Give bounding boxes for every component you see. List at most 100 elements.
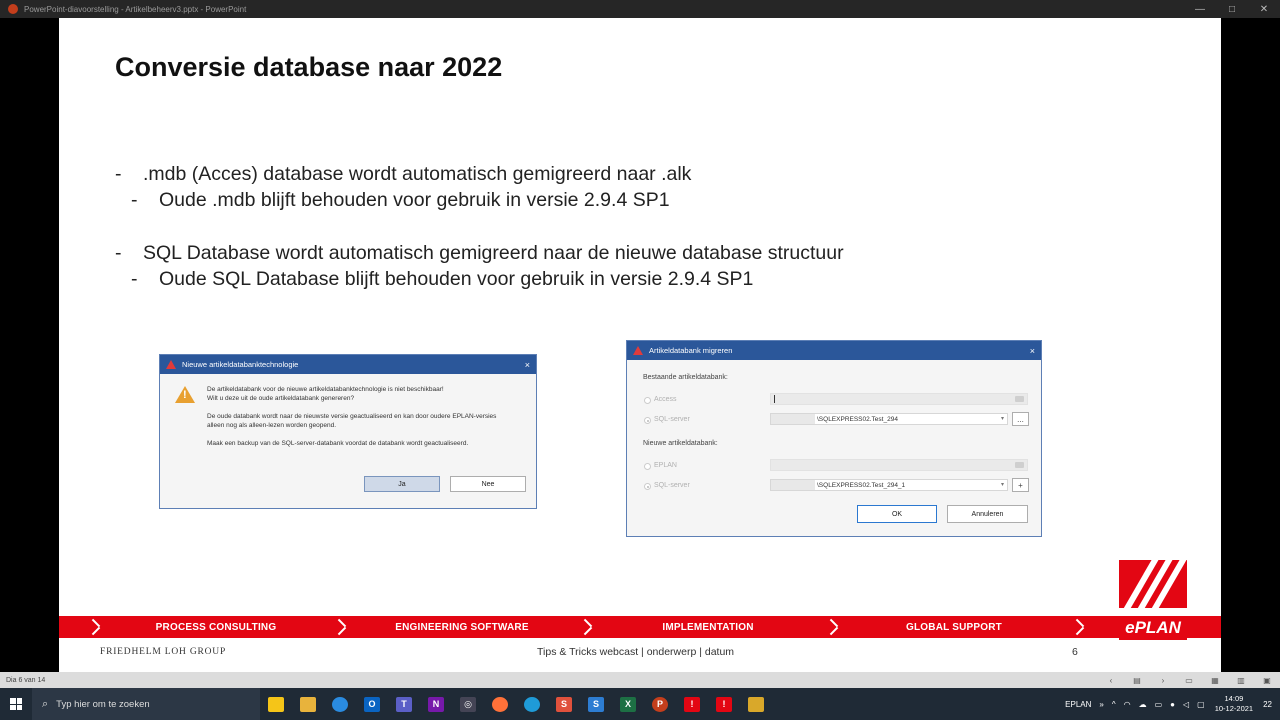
close-button[interactable]: ✕ <box>1248 4 1280 15</box>
tray-volume-icon[interactable]: ◁ <box>1183 700 1189 709</box>
tray-display-icon[interactable]: ▢ <box>1197 700 1205 709</box>
windows-icon <box>10 698 22 710</box>
taskbar-eplan2-icon[interactable]: ! <box>708 688 740 720</box>
add-button[interactable]: + <box>1012 478 1029 492</box>
eplan-label: EPLAN <box>654 462 677 469</box>
warning-icon <box>175 386 195 403</box>
slide: Conversie database naar 2022 - .mdb (Acce… <box>59 18 1221 672</box>
dialog-title: Artikeldatabank migreren <box>649 346 733 355</box>
tray-network-icon[interactable]: ▭ <box>1155 700 1163 709</box>
folder-icon[interactable] <box>1015 396 1024 402</box>
taskbar-file-explorer-icon[interactable] <box>292 688 324 720</box>
cancel-button[interactable]: Annuleren <box>947 505 1028 523</box>
taskbar-eplan-icon[interactable]: ! <box>676 688 708 720</box>
normal-view-icon[interactable]: ▭ <box>1176 676 1202 685</box>
screen: PowerPoint-diavoorstelling - Artikelbehe… <box>0 0 1280 720</box>
taskbar-clock[interactable]: 14:09 10-12-2021 <box>1215 694 1253 714</box>
tray-expand-icon[interactable]: » <box>1099 700 1103 709</box>
sorter-view-icon[interactable]: ▦ <box>1202 676 1228 685</box>
tray-wifi-icon[interactable]: ◠ <box>1124 700 1131 709</box>
dialog-titlebar: Nieuwe artikeldatabanktechnologie × <box>160 355 536 374</box>
eplan-radio[interactable] <box>644 463 651 470</box>
next-icon[interactable]: › <box>1150 676 1176 685</box>
slide-title: Conversie database naar 2022 <box>115 52 503 82</box>
minimize-button[interactable]: — <box>1184 4 1216 15</box>
taskbar-search[interactable]: ⌕ Typ hier om te zoeken <box>32 688 260 720</box>
notification-badge[interactable]: 22 <box>1263 700 1272 709</box>
dialog-close-button[interactable]: × <box>1030 346 1035 356</box>
taskbar-excel-icon[interactable]: X <box>612 688 644 720</box>
taskbar-app5-icon[interactable] <box>740 688 772 720</box>
band-global-support: GLOBAL SUPPORT <box>906 621 1002 633</box>
footer-company: FRIEDHELM LOH GROUP <box>100 647 227 657</box>
taskbar-sticky-notes-icon[interactable] <box>260 688 292 720</box>
reading-view-icon[interactable]: ▥ <box>1228 676 1254 685</box>
access-radio[interactable] <box>644 397 651 404</box>
browse-button[interactable]: ... <box>1012 412 1029 426</box>
text-cursor <box>774 395 775 403</box>
bullet-2: - SQL Database wordt automatisch gemigree… <box>115 242 844 264</box>
migrate-database-dialog: Artikeldatabank migreren × Bestaande art… <box>626 340 1042 537</box>
previous-icon[interactable]: ‹ <box>1098 676 1124 685</box>
sql-server-radio[interactable] <box>644 417 651 424</box>
tray-eplan-label[interactable]: EPLAN <box>1065 700 1091 709</box>
sub-bullet-2: - Oude SQL Database blijft behouden voor … <box>131 268 754 290</box>
start-button[interactable] <box>0 688 32 720</box>
status-bar: Dia 6 van 14 ‹ ▤ › ▭ ▦ ▥ ▣ <box>0 672 1280 688</box>
sub-bullet-1: - Oude .mdb blijft behouden voor gebruik … <box>131 189 670 211</box>
no-button[interactable]: Nee <box>450 476 526 492</box>
search-icon: ⌕ <box>42 697 49 710</box>
taskbar-app-icon[interactable] <box>324 688 356 720</box>
bullet-1: - .mdb (Acces) database wordt automatisch… <box>115 163 692 185</box>
access-label: Access <box>654 396 677 403</box>
taskbar-powerpoint-icon[interactable]: P <box>644 688 676 720</box>
eplan-logo-word: ePLAN <box>1119 616 1187 640</box>
band-engineering-software: ENGINEERING SOFTWARE <box>395 621 529 633</box>
chevron-down-icon: ▾ <box>1000 416 1004 422</box>
red-banner: PROCESS CONSULTING ENGINEERING SOFTWARE … <box>59 616 1221 638</box>
new-sql-select[interactable]: \SQLEXPRESS02.Test_294_1 ▾ <box>770 479 1008 491</box>
taskbar-outlook-icon[interactable]: O <box>356 688 388 720</box>
chevron-right-icon <box>827 618 839 636</box>
chevron-down-icon: ▾ <box>1000 482 1004 488</box>
taskbar-firefox-icon[interactable] <box>484 688 516 720</box>
taskbar-app4-icon[interactable]: S <box>580 688 612 720</box>
powerpoint-icon <box>8 4 18 14</box>
eplan-warning-icon <box>633 346 643 355</box>
chevron-right-icon <box>89 618 101 636</box>
new-database-dialog: Nieuwe artikeldatabanktechnologie × De a… <box>159 354 537 509</box>
new-sql-server-label: SQL-server <box>654 482 690 489</box>
new-sql-server-radio[interactable] <box>644 483 651 490</box>
ok-button[interactable]: OK <box>857 505 937 523</box>
maximize-button[interactable]: □ <box>1216 4 1248 15</box>
tray-mic-icon[interactable]: ● <box>1170 700 1175 709</box>
existing-sql-select[interactable]: \SQLEXPRESS02.Test_294 ▾ <box>770 413 1008 425</box>
chevron-right-icon <box>581 618 593 636</box>
dialog-titlebar: Artikeldatabank migreren × <box>627 341 1041 360</box>
slide-menu-icon[interactable]: ▤ <box>1124 676 1150 685</box>
taskbar-app3-icon[interactable]: S <box>548 688 580 720</box>
page-number: 6 <box>1072 646 1078 658</box>
eplan-path-input[interactable] <box>770 459 1028 471</box>
dialog-title: Nieuwe artikeldatabanktechnologie <box>182 360 299 369</box>
window-title: PowerPoint-diavoorstelling - Artikelbehe… <box>24 4 247 14</box>
eplan-logo: ePLAN <box>1119 560 1187 656</box>
tray-onedrive-icon[interactable]: ☁ <box>1139 700 1147 709</box>
dialog-message: De artikeldatabank voor de nieuwe artike… <box>207 386 497 447</box>
yes-button[interactable]: Ja <box>364 476 440 492</box>
taskbar-edge-icon[interactable] <box>516 688 548 720</box>
system-tray: EPLAN » ^ ◠ ☁ ▭ ● ◁ ▢ 14:09 10-12-2021 2… <box>1061 688 1280 720</box>
chevron-right-icon <box>1073 618 1085 636</box>
redacted-server-name <box>771 480 815 490</box>
folder-icon[interactable] <box>1015 462 1024 468</box>
taskbar-onenote-icon[interactable]: N <box>420 688 452 720</box>
new-database-label: Nieuwe artikeldatabank: <box>643 440 718 447</box>
access-path-input[interactable] <box>770 393 1028 405</box>
footer-center: Tips & Tricks webcast | onderwerp | datu… <box>537 646 735 658</box>
taskbar-teams-icon[interactable]: T <box>388 688 420 720</box>
taskbar-app2-icon[interactable]: ◎ <box>452 688 484 720</box>
dialog-close-button[interactable]: × <box>525 360 530 370</box>
tray-chevron-up-icon[interactable]: ^ <box>1112 700 1116 709</box>
slideshow-icon[interactable]: ▣ <box>1254 676 1280 685</box>
redacted-server-name <box>771 414 815 424</box>
